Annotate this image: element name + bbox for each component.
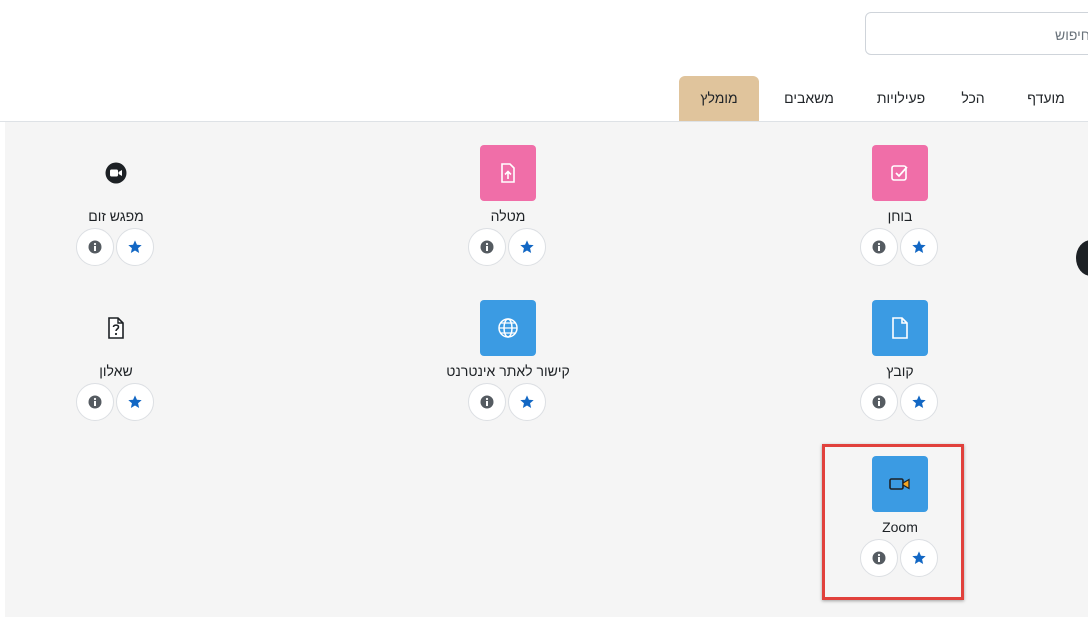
quiz-icon [872,145,928,201]
info-button[interactable] [76,383,114,421]
tab-resources[interactable]: משאבים [766,76,852,121]
star-icon [128,240,142,253]
search-input[interactable] [866,13,1088,56]
info-icon [88,395,102,409]
globe-icon [480,300,536,356]
star-button[interactable] [508,228,546,266]
info-icon [872,240,886,254]
star-button[interactable] [900,383,938,421]
star-icon [912,240,926,253]
star-button[interactable] [116,383,154,421]
star-button[interactable] [900,228,938,266]
info-button[interactable] [76,228,114,266]
info-button[interactable] [860,228,898,266]
info-button[interactable] [468,228,506,266]
info-icon [88,240,102,254]
star-button[interactable] [116,228,154,266]
module-label: בוחן [887,208,913,224]
module-label: מפגש זום [88,208,144,224]
star-icon [128,395,142,408]
info-icon [872,395,886,409]
info-icon [480,395,494,409]
tab-all[interactable]: הכל [950,76,996,121]
module-label: מטלה [490,208,526,224]
tab-activities[interactable]: פעילויות [858,76,944,121]
search-box[interactable] [865,12,1088,56]
star-icon [520,395,534,408]
module-label: קישור לאתר אינטרנט [446,363,570,379]
star-button[interactable] [508,383,546,421]
assignment-icon [480,145,536,201]
info-button[interactable] [468,383,506,421]
module-label: קובץ [886,363,914,379]
zoom-meeting-icon [88,145,144,201]
info-icon [480,240,494,254]
tab-recommended[interactable]: מומלץ [679,76,759,121]
questionnaire-icon [88,300,144,356]
zoom-highlight-frame [822,444,964,600]
tab-starred[interactable]: מועדף [1006,76,1086,121]
star-icon [912,395,926,408]
file-icon [872,300,928,356]
info-button[interactable] [860,383,898,421]
star-icon [520,240,534,253]
module-label: שאלון [99,363,133,379]
